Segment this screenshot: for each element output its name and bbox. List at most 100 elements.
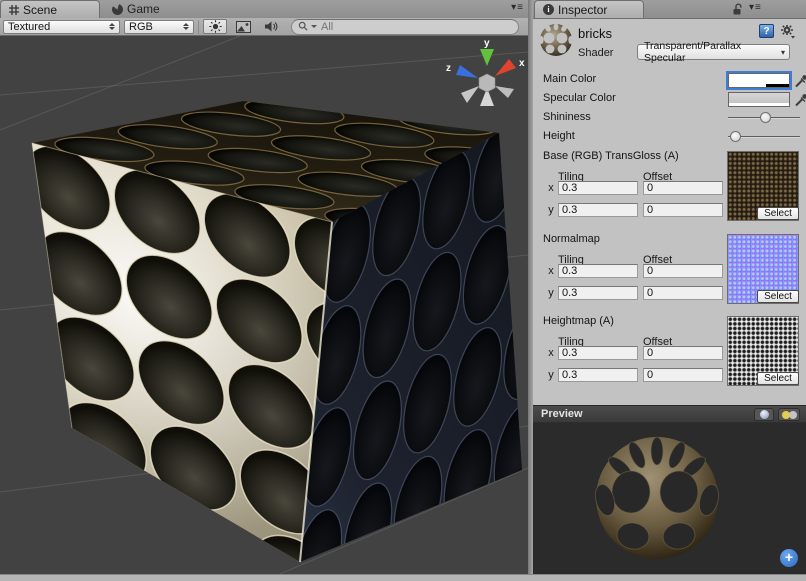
lock-icon[interactable] xyxy=(732,3,744,16)
inspector-body: bricks Shader Transparent/Parallax Specu… xyxy=(533,18,806,403)
specular-color-swatch[interactable] xyxy=(728,92,790,107)
select-texture-button[interactable]: Select xyxy=(757,207,799,220)
add-button[interactable]: + xyxy=(780,549,798,567)
offset-x-input[interactable] xyxy=(643,181,723,195)
slider-knob[interactable] xyxy=(730,131,741,142)
offset-y-input[interactable] xyxy=(643,368,723,382)
search-input[interactable] xyxy=(319,20,512,34)
alpha-fill xyxy=(729,84,766,87)
tiling-x-input[interactable] xyxy=(558,264,638,278)
gizmo-z-cone[interactable] xyxy=(456,65,478,78)
tiling-x-input[interactable] xyxy=(558,346,638,360)
texture-section-heightmap: Heightmap (A) Tiling Offset x y Select xyxy=(533,315,806,397)
axis-y-label: y xyxy=(546,369,556,381)
tiling-y-input[interactable] xyxy=(558,286,638,300)
light-off-icon xyxy=(789,411,797,419)
draw-mode-dropdown[interactable]: Textured xyxy=(3,20,120,34)
select-texture-button[interactable]: Select xyxy=(757,290,799,303)
scene-toolbar: Textured RGB xyxy=(0,18,528,36)
scene-orientation-gizmo[interactable]: y x z xyxy=(446,38,525,106)
lighting-toggle[interactable] xyxy=(203,19,227,34)
scene-3d-render: y x z xyxy=(0,36,528,574)
texture-section-label: Heightmap (A) xyxy=(543,315,614,327)
offset-y-input[interactable] xyxy=(643,286,723,300)
panel-splitter[interactable] xyxy=(528,0,533,581)
tab-inspector[interactable]: i Inspector xyxy=(534,0,644,18)
info-icon: i xyxy=(543,4,554,15)
dropdown-arrows-icon xyxy=(183,23,189,30)
texture-section-base: Base (RGB) TransGloss (A) Tiling Offset … xyxy=(533,150,806,232)
chevron-down-icon: ▾ xyxy=(781,48,785,57)
shader-value: Transparent/Parallax Specular xyxy=(644,40,777,64)
tab-scene[interactable]: Scene xyxy=(0,0,100,18)
axis-y-label: y xyxy=(546,287,556,299)
search-icon xyxy=(298,21,309,32)
inspector-panel-menu-icon[interactable]: ▾≡ xyxy=(749,2,762,13)
material-preview-sphere xyxy=(533,423,806,574)
image-icon xyxy=(236,21,251,33)
help-icon[interactable]: ? xyxy=(759,24,774,38)
shader-label: Shader xyxy=(578,47,613,59)
shininess-label: Shininess xyxy=(543,111,591,123)
texture-section-normalmap: Normalmap Tiling Offset x y Select xyxy=(533,233,806,315)
height-label: Height xyxy=(543,130,575,142)
tiling-y-input[interactable] xyxy=(558,368,638,382)
tab-game[interactable]: Game xyxy=(104,0,210,18)
scene-panel: Scene Game ▾≡ Textured RGB xyxy=(0,0,528,581)
gizmo-x-cone[interactable] xyxy=(495,59,516,76)
tab-game-label: Game xyxy=(127,2,160,16)
axis-y-label: y xyxy=(546,204,556,216)
search-filter-arrow-icon xyxy=(311,25,317,28)
axis-x-label: x xyxy=(546,347,556,359)
sphere-icon xyxy=(760,410,769,419)
scene-viewport[interactable]: y x z xyxy=(0,36,528,574)
gizmo-y-label: y xyxy=(484,38,490,49)
shader-dropdown[interactable]: Transparent/Parallax Specular ▾ xyxy=(637,44,790,60)
gear-icon[interactable] xyxy=(780,24,796,39)
draw-mode-value: Textured xyxy=(8,21,50,33)
gizmo-x-label: x xyxy=(519,58,525,69)
texture-section-label: Normalmap xyxy=(543,233,600,245)
scene-search-field[interactable] xyxy=(291,19,519,35)
inspector-panel: i Inspector ▾≡ xyxy=(533,0,806,581)
eyedropper-icon[interactable] xyxy=(794,92,806,107)
preview-header[interactable]: Preview xyxy=(533,405,806,423)
main-color-swatch[interactable] xyxy=(728,73,790,88)
offset-x-input[interactable] xyxy=(643,264,723,278)
select-texture-button[interactable]: Select xyxy=(757,372,799,385)
preview-lighting-button[interactable] xyxy=(778,408,800,421)
textured-cube xyxy=(0,36,528,574)
inspector-tab-bar: i Inspector ▾≡ xyxy=(533,0,806,19)
axis-x-label: x xyxy=(546,265,556,277)
audio-toggle[interactable] xyxy=(259,19,283,34)
scene-panel-menu-icon[interactable]: ▾≡ xyxy=(511,2,524,13)
dropdown-arrows-icon xyxy=(109,23,115,30)
offset-y-input[interactable] xyxy=(643,203,723,217)
preview-title: Preview xyxy=(541,408,583,420)
tiling-x-input[interactable] xyxy=(558,181,638,195)
skybox-toggle[interactable] xyxy=(231,19,255,34)
speaker-icon xyxy=(264,20,278,33)
preview-shape-button[interactable] xyxy=(754,408,774,421)
window-bottom-strip xyxy=(0,574,806,581)
offset-x-input[interactable] xyxy=(643,346,723,360)
preview-panel: Preview xyxy=(533,405,806,574)
color-mode-dropdown[interactable]: RGB xyxy=(124,20,194,34)
height-slider[interactable] xyxy=(728,129,800,144)
preview-viewport[interactable]: + xyxy=(533,423,806,574)
axis-x-label: x xyxy=(546,182,556,194)
main-color-label: Main Color xyxy=(543,73,596,85)
eyedropper-icon[interactable] xyxy=(794,73,806,88)
slider-knob[interactable] xyxy=(760,112,771,123)
tab-inspector-label: Inspector xyxy=(558,3,607,17)
toolbar-separator xyxy=(198,20,199,34)
gizmo-z-label: z xyxy=(446,63,451,74)
shininess-slider[interactable] xyxy=(728,110,800,125)
grid-icon xyxy=(9,5,19,15)
game-icon xyxy=(112,4,123,15)
color-mode-value: RGB xyxy=(129,21,153,33)
gizmo-y-cone[interactable] xyxy=(480,49,494,66)
tiling-y-input[interactable] xyxy=(558,203,638,217)
material-name: bricks xyxy=(578,26,612,41)
unity-editor-window: Scene Game ▾≡ Textured RGB xyxy=(0,0,806,581)
